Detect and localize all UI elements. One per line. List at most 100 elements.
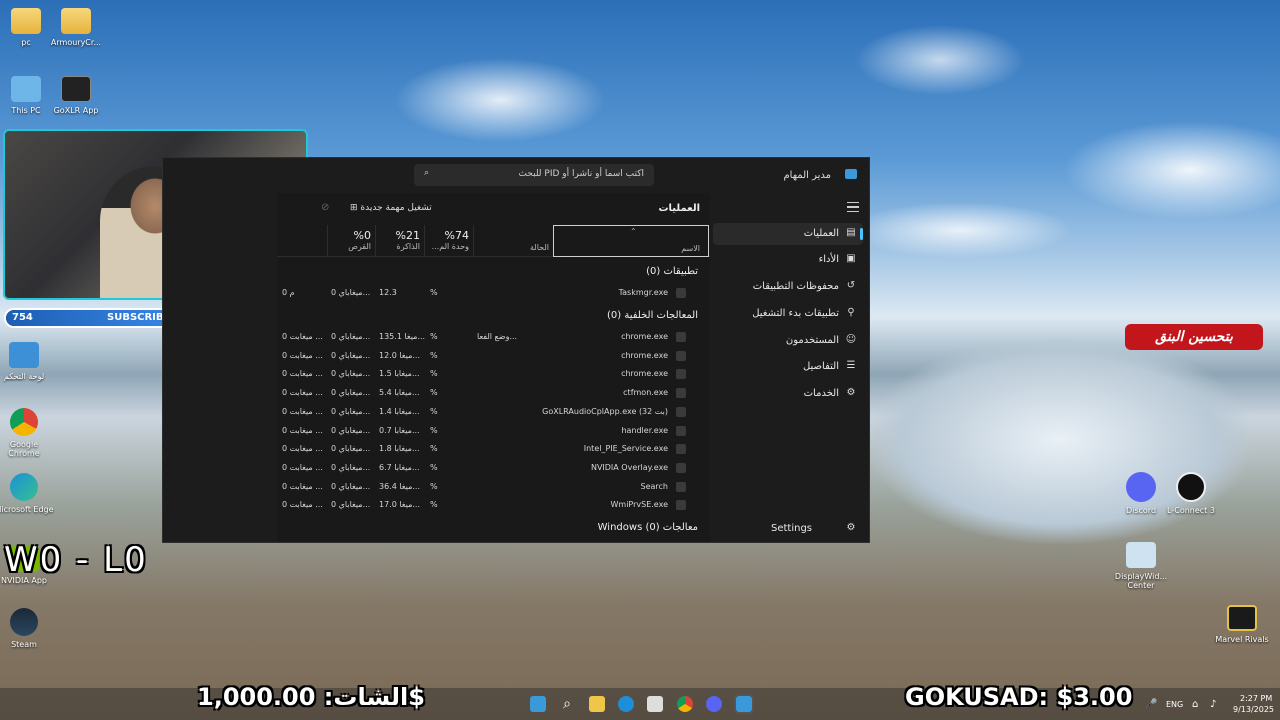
page-title: العمليات <box>658 203 701 214</box>
process-network: 0 ميغابت ... <box>282 444 323 454</box>
search-taskbar-icon[interactable]: ⌕ <box>559 696 575 712</box>
process-row[interactable]: GoXLRAudioCplApp.exe (32 بت)% 1.4 ميغابا.… <box>277 403 710 421</box>
nav-users[interactable]: ☺ المستخدمون <box>713 330 863 352</box>
nav-performance[interactable]: ▣ الأداء <box>713 249 863 271</box>
desktop-icon-label: لوحة التحكم <box>3 372 45 381</box>
desktop-icon-label: L-Connect 3 <box>1167 506 1215 515</box>
file-explorer-icon[interactable] <box>589 696 605 712</box>
process-icon <box>676 425 686 436</box>
clock-date[interactable]: 9/13/2025 <box>1233 705 1274 714</box>
process-name: chrome.exe <box>621 369 668 379</box>
edge-icon <box>10 473 38 501</box>
column-headers: ⌃ الاسم الحالة %74 وحدة الم... %21 الذاك… <box>277 225 710 257</box>
process-row[interactable]: Intel_PIE_Service.exe% 1.8 ميغابا... 0 ميغ… <box>277 440 710 458</box>
nav-label: الأداء <box>818 254 839 265</box>
process-network: 0 ميغابت ... <box>282 350 323 360</box>
group-background[interactable]: المعالجات الخلفية (0) <box>607 310 698 321</box>
discord-taskbar-icon[interactable] <box>706 696 722 712</box>
monitor-icon <box>11 76 41 102</box>
column-cpu[interactable]: %74 وحدة الم... <box>424 225 473 257</box>
desktop-icon-lconnect[interactable]: L-Connect 3 <box>1161 472 1221 515</box>
top-donor: GOKUSAD: $3.00 <box>905 683 1133 711</box>
process-cpu: % <box>430 462 438 472</box>
nav-details[interactable]: ☰ التفاصيل <box>713 356 863 378</box>
mic-icon[interactable]: 🎤 <box>1145 699 1157 710</box>
desktop-icon-label: Microsoft Edge <box>0 505 54 514</box>
process-cpu: % <box>430 350 438 360</box>
folder-icon <box>61 8 91 34</box>
nav-startup-apps[interactable]: ⚲ تطبيقات بدء التشغيل <box>713 303 863 325</box>
start-icon[interactable] <box>530 696 546 712</box>
process-icon <box>676 500 686 511</box>
edge-taskbar-icon[interactable] <box>618 696 634 712</box>
process-network: 0 ميغابت ... <box>282 462 323 472</box>
nav-label: تطبيقات بدء التشغيل <box>752 308 839 319</box>
process-row[interactable]: chrome.exe% 12.0 ميغا... 0 ميغاباي... 0 ميغ… <box>277 347 710 365</box>
process-row[interactable]: handler.exe% 0.7 ميغابا... 0 ميغاباي... 0 م… <box>277 422 710 440</box>
process-cpu: % <box>430 388 438 398</box>
desktop-icon-goxlr[interactable]: GoXLR App <box>46 76 106 115</box>
process-network: 0 ميغابت ... <box>282 406 323 416</box>
process-row[interactable]: WmiPrvSE.exe% 17.0 ميغا... 0 ميغاباي... 0 م… <box>277 496 710 514</box>
desktop-icon-chrome[interactable]: Google Chrome <box>0 408 54 458</box>
task-manager-taskbar-icon[interactable] <box>734 694 754 714</box>
clock-time[interactable]: 2:27 PM <box>1240 694 1272 703</box>
group-apps[interactable]: تطبيقات (0) <box>646 266 698 277</box>
network-icon[interactable]: ⌂ <box>1192 699 1198 710</box>
nav-label: Settings <box>771 523 813 534</box>
desktop-icon-control-panel[interactable]: لوحة التحكم <box>0 342 54 381</box>
desktop-icon-label: Marvel Rivals <box>1215 635 1269 644</box>
process-memory: 6.7 ميغابا... <box>379 462 420 472</box>
process-disk: 0 ميغاباي... <box>331 500 371 510</box>
process-row[interactable]: chrome.exe وضع الفعا...% 135.1 ميغا... 0 مي… <box>277 328 710 346</box>
end-task-icon[interactable]: ⊘ <box>321 202 329 213</box>
chat-donation-total: الشات: 1,000.00$ <box>197 683 425 711</box>
process-row[interactable]: NVIDIA Overlay.exe% 6.7 ميغابا... 0 ميغابا… <box>277 459 710 477</box>
process-disk: 0 ميغاباي... <box>331 406 371 416</box>
store-icon[interactable] <box>647 696 663 712</box>
window-title: مدير المهام <box>783 170 831 181</box>
process-network: 0 ميغابت ... <box>282 500 323 510</box>
process-row[interactable]: ctfmon.exe% 5.4 ميغابا... 0 ميغاباي... 0 مي… <box>277 384 710 402</box>
desktop-icon-label: Google Chrome <box>8 440 40 458</box>
chrome-taskbar-icon[interactable] <box>677 696 693 712</box>
nav-app-history[interactable]: ↺ محفوظات التطبيقات <box>713 276 863 298</box>
desktop-icon-edge[interactable]: Microsoft Edge <box>0 473 54 514</box>
process-cpu: % <box>430 425 438 435</box>
desktop-icon-marvel-rivals[interactable]: Marvel Rivals <box>1212 605 1272 644</box>
processes-panel: العمليات تشغيل مهمة جديدة ⊞ ⊘ ⌃ الاسم ال… <box>277 193 710 542</box>
process-disk: 0 ميغاباي... <box>331 369 371 379</box>
nav-label: الخدمات <box>803 388 839 399</box>
column-status[interactable]: الحالة <box>473 225 553 257</box>
nav-settings[interactable]: ⚙ Settings <box>713 518 863 540</box>
process-memory: 0.7 ميغابا... <box>379 425 420 435</box>
run-new-task-button[interactable]: تشغيل مهمة جديدة ⊞ <box>350 203 432 213</box>
process-row[interactable]: chrome.exe% 1.5 ميغابا... 0 ميغاباي... 0 مي… <box>277 365 710 383</box>
column-name[interactable]: ⌃ الاسم <box>553 225 709 257</box>
new-task-icon: ⊞ <box>350 203 358 213</box>
process-row[interactable]: Taskmgr.exe% 12.3 0 ميغاباي... 0 م <box>277 284 710 302</box>
process-memory: 36.4 ميغا... <box>379 481 420 491</box>
column-disk[interactable]: %0 القرص <box>327 225 375 257</box>
sidebar: ▤ العمليات ▣ الأداء ↺ محفوظات التطبيقات ⚲ تط… <box>708 193 869 542</box>
nav-services[interactable]: ⚙ الخدمات <box>713 383 863 405</box>
volume-icon[interactable]: ♪ <box>1210 699 1216 710</box>
language-indicator[interactable]: ENG <box>1166 700 1183 709</box>
subscriber-current: 754 <box>12 312 33 323</box>
process-row[interactable]: Search% 36.4 ميغا... 0 ميغاباي... 0 ميغابت … <box>277 478 710 496</box>
desktop-icon-armourycrate[interactable]: ArmouryCr... <box>46 8 106 47</box>
process-cpu: % <box>430 500 438 510</box>
group-windows[interactable]: معالجات Windows (0) <box>598 522 698 533</box>
process-cpu: % <box>430 288 438 297</box>
column-memory[interactable]: %21 الذاكرة <box>375 225 424 257</box>
search-input[interactable]: ⌕ اكتب اسما أو ناشرا أو PID للبحث <box>414 164 654 186</box>
process-network: 0 ميغابت ... <box>282 369 323 379</box>
task-manager-window[interactable]: مدير المهام ⌕ اكتب اسما أو ناشرا أو PID … <box>162 157 870 543</box>
nav-processes[interactable]: ▤ العمليات <box>713 223 863 245</box>
hamburger-icon[interactable] <box>847 202 859 212</box>
desktop-icon-displaywidget[interactable]: DisplayWid... Center <box>1111 542 1171 590</box>
users-icon: ☺ <box>845 334 857 345</box>
process-name: handler.exe <box>621 425 668 435</box>
process-disk: 0 ميغاباي... <box>331 462 371 472</box>
desktop-icon-steam[interactable]: Steam <box>0 608 54 649</box>
